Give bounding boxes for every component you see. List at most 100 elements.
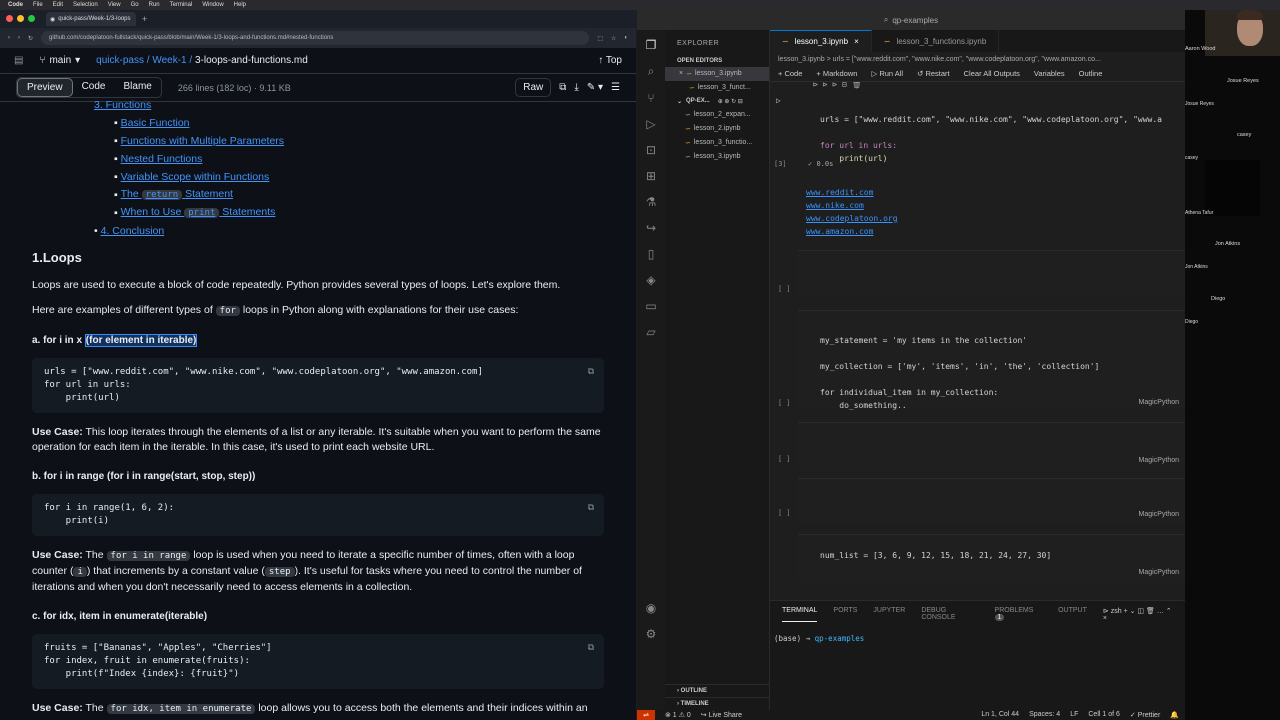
remote-indicator-icon[interactable]: ⇌ [637, 710, 655, 720]
copy-icon[interactable]: ⧉ [559, 82, 566, 93]
notebook-cell-3[interactable]: my_statement = 'my items in the collecti… [778, 310, 1185, 410]
timeline-header[interactable]: › TIMELINE [665, 697, 769, 710]
kill-terminal-icon[interactable]: 🗑 [1146, 608, 1155, 615]
prettier-status[interactable]: ✓ Prettier [1130, 711, 1160, 719]
output-link[interactable]: www.reddit.com [806, 186, 898, 199]
panel-tab-problems[interactable]: PROBLEMS 1 [994, 607, 1043, 622]
docker-icon[interactable]: ◈ [646, 273, 655, 287]
terminal-shell-icon[interactable]: ⊳ [1103, 608, 1109, 615]
close-icon[interactable]: × [854, 37, 859, 46]
panel-tab-ports[interactable]: PORTS [833, 607, 857, 622]
raw-button[interactable]: Raw [515, 78, 552, 97]
search-icon[interactable]: ⌕ [648, 64, 655, 79]
copy-code-icon[interactable]: ⧉ [588, 366, 594, 379]
panel-tab-terminal[interactable]: TERMINAL [782, 607, 818, 622]
variables-button[interactable]: Variables [1034, 69, 1065, 78]
toc-link-functions[interactable]: 3. Functions [94, 98, 151, 113]
file-item[interactable]: ∽ lesson_2_expan... [665, 108, 769, 122]
toc-link[interactable]: Nested Functions [121, 152, 203, 167]
indentation[interactable]: Spaces: 4 [1029, 711, 1060, 719]
new-tab-icon[interactable]: + [142, 14, 147, 24]
testing-icon[interactable]: ⚗ [646, 195, 657, 209]
menu-terminal[interactable]: Terminal [170, 2, 193, 8]
cell-toolbar-icons[interactable]: ⊳ ⊳ ⊳ ⊟ 🗑 [813, 82, 862, 89]
open-editors-header[interactable]: OPEN EDITORS [665, 55, 769, 67]
bookmark-icon[interactable]: ☆ [611, 35, 616, 42]
explorer-actions-icon[interactable]: ⊕ ⊕ ↻ ⊟ [718, 98, 743, 105]
menu-view[interactable]: View [108, 2, 121, 8]
extension-icon[interactable]: ⬚ [597, 35, 603, 42]
menu-run[interactable]: Run [149, 2, 160, 8]
output-link[interactable]: www.codeplatoon.org [806, 212, 898, 225]
profile-icon[interactable]: ◐ [624, 35, 628, 41]
shell-label[interactable]: zsh [1111, 608, 1122, 615]
extensions-icon[interactable]: ⊞ [646, 169, 656, 183]
toc-link[interactable]: Functions with Multiple Parameters [121, 134, 284, 149]
browser-tab[interactable]: ◉ quick-pass/Week-1/3-loops [46, 12, 136, 26]
download-icon[interactable]: ⤓ [574, 82, 578, 93]
run-all-button[interactable]: ▷ Run All [871, 69, 903, 78]
notebook-cell-5[interactable]: [ ] MagicPython [778, 478, 1185, 524]
notebook-icon[interactable]: ▯ [648, 247, 655, 261]
menubar-app[interactable]: Code [8, 2, 23, 8]
tab-blame[interactable]: Blame [114, 78, 160, 97]
workspace-header[interactable]: ⌄ QP-EX... ⊕ ⊕ ↻ ⊟ [665, 95, 769, 108]
outline-header[interactable]: › OUTLINE [665, 684, 769, 697]
file-item[interactable]: ∽ lesson_3_functio... [665, 136, 769, 150]
cell-language[interactable]: MagicPython [1139, 511, 1179, 518]
add-markdown-button[interactable]: + Markdown [816, 69, 857, 78]
cell-language[interactable]: MagicPython [1139, 457, 1179, 464]
source-control-icon[interactable]: ⑂ [647, 91, 654, 105]
menu-selection[interactable]: Selection [73, 2, 98, 8]
problems-status[interactable]: ⊗ 1 ⚠ 0 [665, 711, 691, 719]
live-share-icon[interactable]: ↪ [646, 221, 656, 235]
edit-icon[interactable]: ✎ ▾ [587, 82, 603, 93]
tab-code[interactable]: Code [73, 78, 115, 97]
breadcrumb-text[interactable]: lesson_3.ipynb > urls = ["www.reddit.com… [778, 56, 1101, 63]
breadcrumb-repo[interactable]: quick-pass [96, 55, 144, 66]
forward-icon[interactable]: › [18, 35, 20, 41]
minimize-window-button[interactable] [17, 15, 24, 22]
new-terminal-icon[interactable]: + ⌄ [1124, 608, 1136, 615]
menu-edit[interactable]: Edit [53, 2, 63, 8]
run-debug-icon[interactable]: ▷ [646, 117, 655, 131]
notifications-icon[interactable]: 🔔 [1170, 711, 1179, 719]
notebook-cell-6[interactable]: num_list = [3, 6, 9, 12, 15, 18, 21, 24,… [798, 534, 1185, 582]
panel-tab-debug-console[interactable]: DEBUG CONSOLE [921, 607, 978, 622]
cell-indicator[interactable]: Cell 1 of 6 [1088, 711, 1120, 719]
output-link[interactable]: www.amazon.com [806, 225, 898, 238]
menu-file[interactable]: File [33, 2, 43, 8]
sidebar-toggle-icon[interactable]: ▤ [14, 55, 23, 66]
files-icon[interactable]: ❐ [646, 38, 657, 52]
restart-button[interactable]: ↺ Restart [917, 69, 950, 78]
copy-code-icon[interactable]: ⧉ [588, 502, 594, 515]
panel-tab-output[interactable]: OUTPUT [1058, 607, 1087, 622]
maximize-panel-icon[interactable]: ⌃ [1166, 608, 1172, 615]
file-item[interactable]: ∽ lesson_3.ipynb [665, 150, 769, 164]
toc-link-print[interactable]: When to Use print Statements [121, 205, 275, 221]
account-icon[interactable]: ◉ [646, 601, 656, 615]
toc-link-conclusion[interactable]: 4. Conclusion [101, 224, 165, 239]
menu-help[interactable]: Help [234, 2, 246, 8]
menu-window[interactable]: Window [202, 2, 223, 8]
output-link[interactable]: www.nike.com [806, 199, 898, 212]
top-button[interactable]: ↑ Top [598, 55, 622, 66]
open-editor-item[interactable]: ∽ lesson_3_funct... [665, 81, 769, 95]
settings-gear-icon[interactable]: ⚙ [646, 627, 657, 641]
file-item[interactable]: ∽ lesson_2.ipynb [665, 122, 769, 136]
close-panel-icon[interactable]: × [1103, 615, 1107, 622]
cell-language[interactable]: MagicPython [1139, 399, 1179, 406]
pages-icon[interactable]: ▭ [645, 299, 656, 313]
editor-tab-active[interactable]: ∽ lesson_3.ipynb × [770, 30, 872, 52]
add-code-button[interactable]: + Code [778, 69, 802, 78]
reload-icon[interactable]: ↻ [28, 35, 33, 42]
notebook-cell-4[interactable]: [ ] MagicPython [778, 422, 1185, 470]
editor-tab[interactable]: ∽ lesson_3_functions.ipynb [872, 30, 1000, 52]
notebook-cell-2[interactable]: [ ] [778, 250, 1185, 298]
copy-code-icon[interactable]: ⧉ [588, 642, 594, 655]
branch-selector[interactable]: ⑂ main ▾ [33, 55, 86, 66]
chat-icon[interactable]: ▱ [646, 325, 655, 339]
tab-preview[interactable]: Preview [17, 78, 73, 97]
more-icon[interactable]: … [1157, 608, 1164, 615]
terminal-output[interactable]: (base) → qp-examples [770, 628, 1185, 649]
